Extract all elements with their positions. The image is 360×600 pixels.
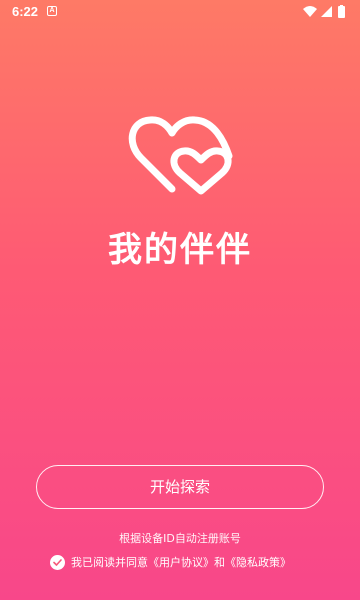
agreement-prefix: 我已阅读并同意 bbox=[71, 556, 148, 569]
agreement-row: 我已阅读并同意 《用户协议》 和 《隐私政策》 bbox=[50, 553, 291, 571]
agreement-check-icon[interactable] bbox=[50, 554, 65, 570]
agreement-connector: 和 bbox=[214, 556, 225, 569]
privacy-policy-link[interactable]: 《隐私政策》 bbox=[225, 554, 291, 570]
signal-icon bbox=[321, 6, 332, 17]
wifi-icon bbox=[303, 6, 317, 17]
status-icons-svg bbox=[303, 5, 345, 18]
notification-a-icon: A bbox=[47, 6, 57, 16]
user-agreement-link[interactable]: 《用户协议》 bbox=[148, 554, 214, 570]
checkmark-icon bbox=[53, 558, 62, 566]
splash-screen: 6:22 A 我的伴伴 开始探索 根据设备ID自动注册账号 我已阅读并同意 《用… bbox=[0, 0, 360, 600]
notification-a-letter: A bbox=[49, 7, 55, 14]
status-bar: 6:22 A bbox=[0, 0, 360, 24]
double-heart-icon bbox=[125, 113, 238, 199]
auto-register-hint: 根据设备ID自动注册账号 bbox=[119, 532, 241, 545]
status-time: 6:22 bbox=[12, 4, 39, 19]
app-title: 我的伴伴 bbox=[108, 230, 252, 270]
start-explore-button[interactable]: 开始探索 bbox=[36, 465, 324, 509]
battery-icon bbox=[338, 5, 345, 18]
status-icons bbox=[302, 5, 350, 19]
